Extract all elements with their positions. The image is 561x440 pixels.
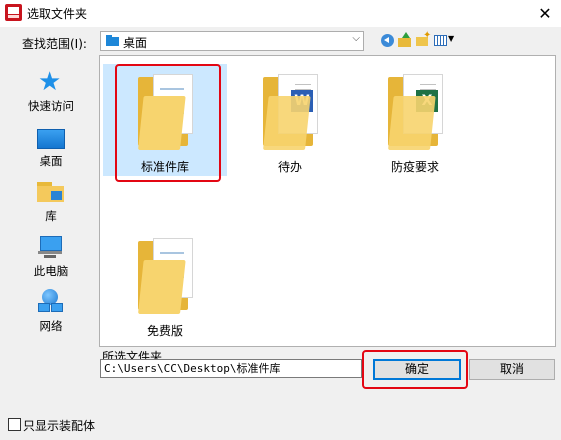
library-icon: [37, 182, 64, 202]
folder-name: 防疫要求: [390, 160, 439, 174]
folder-icon: [138, 238, 196, 314]
folder-name: 待办: [277, 160, 302, 174]
place-label: 网络: [39, 319, 63, 333]
place-label: 库: [45, 209, 57, 223]
places-bar: ★ 快速访问 桌面 库 此电脑 网络: [7, 55, 95, 355]
folder-item[interactable]: 免费版: [103, 228, 227, 340]
chevron-down-icon: ⌵: [352, 33, 360, 44]
show-assemblies-label: 只显示装配体: [23, 419, 96, 433]
this-pc-icon: [38, 236, 62, 258]
app-icon: [5, 4, 22, 21]
close-icon: ✕: [538, 3, 552, 23]
excel-folder-icon: X: [388, 74, 446, 150]
word-folder-icon: W: [263, 74, 321, 150]
place-this-pc[interactable]: 此电脑: [7, 230, 95, 280]
highlight-box: [115, 64, 221, 182]
title-bar: 选取文件夹 ✕: [0, 0, 561, 27]
place-library[interactable]: 库: [7, 175, 95, 225]
place-quick-access[interactable]: ★ 快速访问: [7, 65, 95, 115]
window-title: 选取文件夹: [27, 7, 88, 21]
folder-name: 免费版: [146, 324, 183, 338]
view-menu-button[interactable]: [434, 35, 447, 46]
network-icon: [38, 289, 63, 313]
folder-icon: [398, 38, 411, 47]
lookin-combo[interactable]: 桌面 ⌵: [100, 31, 364, 51]
lookin-value: 桌面: [123, 36, 148, 50]
folder-icon: [106, 35, 119, 46]
folder-path-field[interactable]: C:\Users\CC\Desktop\标准件库: [100, 359, 362, 378]
highlight-box: [362, 350, 468, 389]
up-folder-button[interactable]: [398, 32, 412, 47]
folder-item[interactable]: X 防疫要求: [353, 64, 477, 176]
place-network[interactable]: 网络: [7, 285, 95, 335]
place-label: 此电脑: [33, 264, 69, 278]
place-label: 快速访问: [28, 99, 74, 113]
folder-item[interactable]: W 待办: [228, 64, 352, 176]
close-button[interactable]: ✕: [533, 2, 557, 24]
place-label: 桌面: [39, 154, 63, 168]
quick-access-star-icon: ★: [38, 67, 62, 97]
lookin-label: 查找范围(I):: [22, 37, 87, 51]
new-folder-button[interactable]: ✦: [416, 30, 432, 47]
sparkle-icon: ✦: [423, 30, 432, 41]
up-arrow-icon: [402, 32, 410, 38]
desktop-icon: [37, 129, 65, 149]
cancel-button[interactable]: 取消: [469, 359, 555, 380]
place-desktop[interactable]: 桌面: [7, 120, 95, 170]
back-button[interactable]: [381, 34, 394, 47]
show-assemblies-checkbox[interactable]: [8, 418, 21, 431]
dropdown-arrow-icon[interactable]: ▼: [448, 34, 454, 43]
